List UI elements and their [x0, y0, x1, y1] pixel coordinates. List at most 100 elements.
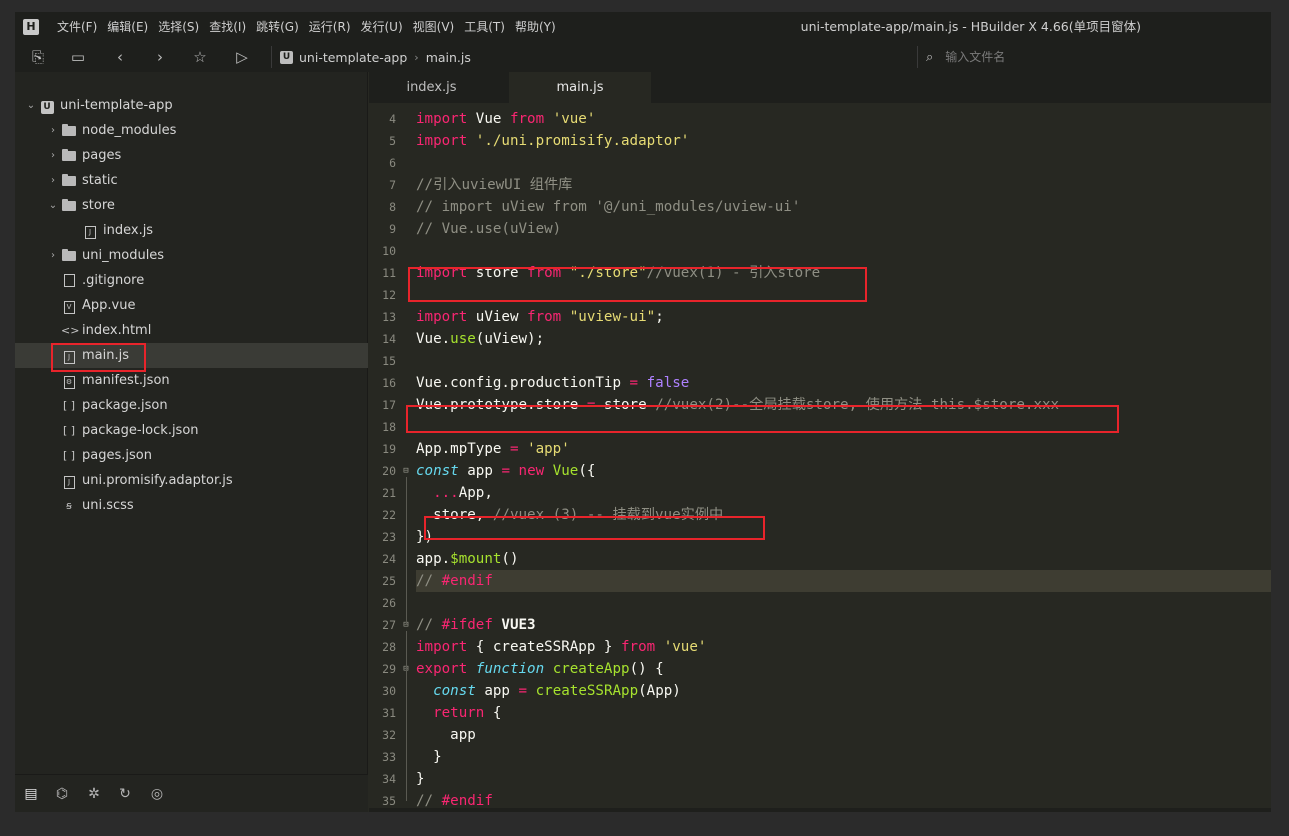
- editor-tab[interactable]: index.js: [369, 72, 494, 103]
- new-file-icon[interactable]: ⎘: [27, 47, 49, 67]
- title-bar: H 文件(F) 编辑(E) 选择(S) 查找(I) 跳转(G) 运行(R) 发行(U) 视图(…: [15, 12, 1271, 42]
- tree-file[interactable]: [ ] pages.json: [15, 443, 368, 468]
- editor-bottom-border: [369, 808, 1271, 812]
- code-token: uView: [467, 309, 528, 325]
- code-line: // #ifdef VUE3: [416, 614, 1271, 636]
- tree-folder[interactable]: ⌄ store: [15, 193, 368, 218]
- debug-bug-icon[interactable]: ✲: [84, 785, 104, 803]
- code-token: App.mpType: [416, 441, 510, 457]
- code-token: new: [518, 463, 545, 479]
- tree-file[interactable]: Juni.promisify.adaptor.js: [15, 468, 368, 493]
- chevron-down-icon[interactable]: ⌄: [25, 93, 37, 118]
- breadcrumb-file[interactable]: main.js: [426, 50, 471, 65]
- menu-item[interactable]: 跳转(G): [251, 12, 304, 42]
- code-token: app: [458, 463, 502, 479]
- code-line: }): [416, 526, 1271, 548]
- tree-folder[interactable]: › node_modules: [15, 118, 368, 143]
- code-token: app: [416, 727, 476, 743]
- menu-item[interactable]: 运行(R): [304, 12, 356, 42]
- editor-tab[interactable]: main.js: [509, 72, 651, 103]
- tree-item-label: pages: [82, 148, 122, 163]
- code-token: //: [416, 793, 442, 809]
- code-line: }: [416, 746, 1271, 768]
- toolbar: ⎘ ▭ ‹ › ☆ ▷ U uni-template-app › main.js ⌕: [15, 42, 1271, 72]
- tree-folder[interactable]: ⌄ Uuni-template-app: [15, 93, 368, 118]
- tree-item-label: uni-template-app: [60, 98, 173, 113]
- tree-folder[interactable]: › static: [15, 168, 368, 193]
- back-icon[interactable]: ‹: [109, 47, 131, 67]
- line-number: 17: [382, 398, 396, 412]
- tree-file[interactable]: Jindex.js: [15, 218, 368, 243]
- favorite-star-icon[interactable]: ☆: [189, 47, 211, 67]
- line-number: 5: [389, 134, 396, 148]
- code-line: app: [416, 724, 1271, 746]
- binoculars-icon[interactable]: ⌬: [52, 785, 72, 803]
- code-token: // import uView from '@/uni_modules/uvie…: [416, 199, 801, 215]
- code-token: { createSSRApp }: [467, 639, 621, 655]
- forward-icon[interactable]: ›: [149, 47, 171, 67]
- tree-item-label: index.html: [82, 323, 152, 338]
- code-line: //引入uviewUI 组件库: [416, 174, 1271, 196]
- json-file-icon: [ ]: [62, 399, 76, 412]
- line-number: 16: [382, 376, 396, 390]
- tree-file[interactable]: ⚙ manifest.json: [15, 368, 368, 393]
- source-control-icon[interactable]: ↻: [115, 785, 135, 803]
- code-token: from: [527, 265, 562, 281]
- code-token: use: [450, 331, 476, 347]
- chevron-right-icon[interactable]: ›: [47, 143, 59, 168]
- line-number: 9: [389, 222, 396, 236]
- run-icon[interactable]: ▷: [231, 47, 253, 67]
- menu-item[interactable]: 查找(I): [204, 12, 251, 42]
- save-icon[interactable]: ▭: [67, 47, 89, 67]
- breadcrumb-project[interactable]: uni-template-app: [299, 50, 407, 65]
- chevron-right-icon[interactable]: ›: [47, 168, 59, 193]
- folder-icon: [61, 193, 77, 220]
- code-token: app: [475, 683, 519, 699]
- plugin-palette-icon[interactable]: ◎: [147, 785, 167, 803]
- tree-item-label: package-lock.json: [82, 423, 199, 438]
- tree-item-label: static: [82, 173, 118, 188]
- tree-item-label: main.js: [82, 348, 129, 363]
- tree-folder[interactable]: › uni_modules: [15, 243, 368, 268]
- code-token: App,: [458, 485, 493, 501]
- menu-item[interactable]: 视图(V): [408, 12, 460, 42]
- tree-file[interactable]: .gitignore: [15, 268, 368, 293]
- file-search-input[interactable]: [945, 50, 1246, 64]
- code-token: const: [416, 463, 459, 479]
- code-line: const app = new Vue({: [416, 460, 1271, 482]
- tree-folder[interactable]: › pages: [15, 143, 368, 168]
- tree-item-label: index.js: [103, 223, 154, 238]
- line-number: 24: [382, 552, 396, 566]
- tree-file[interactable]: V App.vue: [15, 293, 368, 318]
- code-editor[interactable]: 4 5 6 7 8 9 10 11 12 13 14 15 16 17 18 19 20 ⊟ 21 22 23 24 25 2…: [369, 103, 1271, 812]
- code-token: #endif: [441, 793, 493, 809]
- project-manager-icon[interactable]: ▤: [21, 785, 41, 803]
- code-token: =: [629, 375, 639, 391]
- tree-file[interactable]: Jmain.js: [15, 343, 368, 368]
- code-token: }): [416, 529, 434, 545]
- tree-file[interactable]: [ ] package.json: [15, 393, 368, 418]
- code-token: Vue.prototype.store: [416, 397, 587, 413]
- code-token: =: [509, 441, 519, 457]
- tree-file[interactable]: <> index.html: [15, 318, 368, 343]
- menu-item[interactable]: 选择(S): [153, 12, 204, 42]
- chevron-right-icon[interactable]: ›: [47, 243, 59, 268]
- chevron-right-icon[interactable]: ›: [47, 118, 59, 143]
- menu-item[interactable]: 工具(T): [459, 12, 510, 42]
- ide-window: H 文件(F) 编辑(E) 选择(S) 查找(I) 跳转(G) 运行(R) 发行(U) 视图(…: [15, 12, 1271, 812]
- menu-item[interactable]: 发行(U): [356, 12, 408, 42]
- chevron-down-icon[interactable]: ⌄: [47, 193, 59, 218]
- line-number: 15: [382, 354, 396, 368]
- menu-item[interactable]: 文件(F): [52, 12, 102, 42]
- menu-item[interactable]: 编辑(E): [102, 12, 153, 42]
- window-title: uni-template-app/main.js - HBuilder X 4.…: [800, 19, 1141, 34]
- tree-file[interactable]: [ ] package-lock.json: [15, 418, 368, 443]
- tree-file[interactable]: ꞩ uni.scss: [15, 493, 368, 518]
- menu-item[interactable]: 帮助(Y): [510, 12, 561, 42]
- line-number: 20: [382, 464, 396, 478]
- line-number-gutter: 4 5 6 7 8 9 10 11 12 13 14 15 16 17 18 19 20 ⊟ 21 22 23 24 25 2…: [369, 103, 413, 812]
